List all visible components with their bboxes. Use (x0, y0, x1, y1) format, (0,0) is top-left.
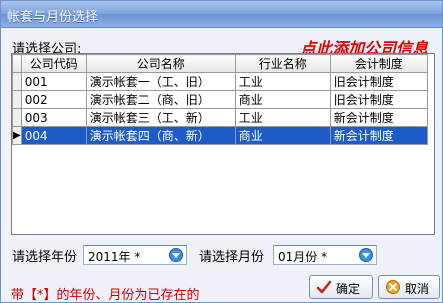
year-label: 请选择年份 (12, 250, 78, 265)
cell-name[interactable]: 演示帐套二（商、旧） (85, 90, 236, 109)
row-indicator (12, 90, 22, 109)
title-bar[interactable]: 帐套与月份选择 (1, 1, 442, 28)
cell-code[interactable]: 004 (20, 126, 87, 145)
cell-code[interactable]: 001 (20, 72, 87, 91)
table-row[interactable]: 003 演示帐套三（工、新） 工业 新会计制度 (12, 108, 428, 127)
cell-code[interactable]: 003 (20, 108, 87, 127)
cell-system[interactable]: 新会计制度 (329, 108, 428, 127)
cancel-button[interactable]: 取消 (378, 275, 440, 299)
cancel-label: 取消 (405, 282, 430, 296)
year-value: 2011年 * (88, 250, 141, 264)
year-select[interactable]: 2011年 * (83, 245, 187, 265)
chevron-down-icon[interactable] (168, 248, 184, 262)
ok-label: 确定 (336, 282, 361, 296)
current-row-arrow-icon: ▶ (12, 126, 22, 145)
ok-button[interactable]: 确定 (309, 275, 373, 299)
cell-name[interactable]: 演示帐套一（工、旧） (85, 72, 236, 91)
month-label: 请选择月份 (199, 250, 265, 265)
cell-system[interactable]: 旧会计制度 (329, 72, 428, 91)
cancel-icon (386, 280, 400, 294)
column-header-industry[interactable]: 行业名称 (234, 54, 331, 73)
row-indicator (12, 108, 22, 127)
cell-code[interactable]: 002 (20, 90, 87, 109)
table-row[interactable]: 002 演示帐套二（商、旧） 商业 旧会计制度 (12, 90, 428, 109)
cell-industry[interactable]: 商业 (234, 126, 331, 145)
company-grid[interactable]: 公司代码 公司名称 行业名称 会计制度 001 演示帐套一（工、旧） 工业 旧会… (11, 53, 435, 235)
row-indicator-header (12, 54, 22, 73)
column-header-name[interactable]: 公司名称 (85, 54, 236, 73)
cell-industry[interactable]: 工业 (234, 72, 331, 91)
month-select[interactable]: 01月份 * (273, 245, 377, 265)
table-row[interactable]: 001 演示帐套一（工、旧） 工业 旧会计制度 (12, 72, 428, 91)
cell-industry[interactable]: 工业 (234, 108, 331, 127)
existing-period-note: 带【*】的年份、月份为已存在的 (11, 288, 200, 303)
cell-name[interactable]: 演示帐套四（商、新） (85, 126, 236, 145)
month-value: 01月份 * (278, 250, 328, 264)
window-title: 帐套与月份选择 (7, 10, 99, 25)
dialog-window: 帐套与月份选择 请选择公司: 点此添加公司信息 公司代码 公司名称 行业名称 会… (0, 0, 443, 303)
column-header-system[interactable]: 会计制度 (329, 54, 428, 73)
chevron-down-icon[interactable] (358, 248, 374, 262)
cell-system[interactable]: 旧会计制度 (329, 90, 428, 109)
cell-system[interactable]: 新会计制度 (329, 126, 428, 145)
company-table: 公司代码 公司名称 行业名称 会计制度 001 演示帐套一（工、旧） 工业 旧会… (12, 54, 428, 145)
cell-industry[interactable]: 商业 (234, 90, 331, 109)
checkmark-icon (316, 280, 332, 294)
cell-name[interactable]: 演示帐套三（工、新） (85, 108, 236, 127)
table-row-selected[interactable]: ▶ 004 演示帐套四（商、新） 商业 新会计制度 (12, 126, 428, 145)
column-header-code[interactable]: 公司代码 (20, 54, 87, 73)
row-indicator (12, 72, 22, 91)
